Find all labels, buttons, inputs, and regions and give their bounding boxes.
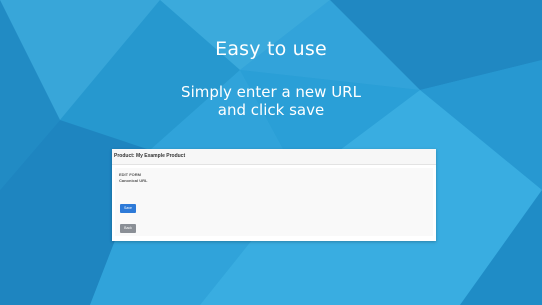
edit-form-panel: Product: My Example Product EDIT FORM Ca…: [112, 149, 436, 241]
save-button[interactable]: Save: [120, 204, 136, 213]
panel-header: Product: My Example Product: [112, 149, 436, 165]
panel-body: EDIT FORM Canonical URL Save Back: [115, 168, 433, 236]
canonical-url-label: Canonical URL: [119, 178, 148, 183]
headline-title: Easy to use: [215, 38, 327, 60]
back-button[interactable]: Back: [120, 224, 136, 233]
section-label: EDIT FORM: [119, 172, 141, 177]
headline-line-1: Simply enter a new URL: [181, 83, 361, 101]
headline-line-2: and click save: [217, 101, 325, 119]
